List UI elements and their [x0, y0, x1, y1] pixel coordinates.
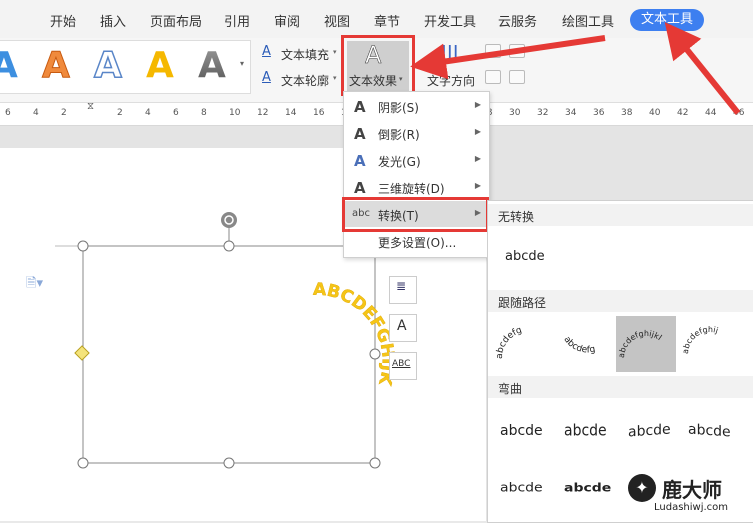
- path-option-arch-up: abcdefg: [495, 326, 523, 360]
- submenu-arrow-icon: ▶: [474, 100, 481, 109]
- text-fill-dropdown-icon[interactable]: ▾: [333, 48, 337, 56]
- menu-item-reflection[interactable]: A 倒影(R) ▶: [344, 120, 489, 146]
- watermark: ✦ 鹿大师 Ludashiwj.com: [624, 470, 753, 521]
- resize-handle-bl: [77, 457, 89, 469]
- ruler-number: 16: [313, 108, 325, 118]
- ruler-number: 44: [705, 108, 717, 118]
- resize-handle-bm: [223, 457, 235, 469]
- menu-chapter[interactable]: 章节: [374, 11, 400, 30]
- text-outline-dropdown-icon[interactable]: ▾: [333, 74, 337, 82]
- menu-text-tools[interactable]: 文本工具: [630, 9, 704, 31]
- menu-bar: 开始 插入 页面布局 引用 审阅 视图 章节 开发工具 云服务 绘图工具 文本工…: [0, 0, 753, 38]
- ruler-number: 30: [509, 108, 521, 118]
- ruler-number: 8: [201, 108, 207, 118]
- watermark-url: Ludashiwj.com: [654, 502, 729, 513]
- follow-path-options: abcdefg abcdefg abcdefghijkl abcdefghij: [495, 316, 719, 372]
- text-outline-button[interactable]: 文本轮廓: [281, 72, 329, 89]
- warp-option-arch-up[interactable]: abcde: [564, 422, 607, 440]
- reflection-icon: A: [354, 125, 366, 143]
- ruler-number: 36: [593, 108, 605, 118]
- ruler-number: 14: [285, 108, 297, 118]
- layout-options-icon[interactable]: ≣: [389, 276, 417, 304]
- ruler-number: 40: [649, 108, 661, 118]
- ruler-number: 32: [537, 108, 549, 118]
- align-top-icon[interactable]: [485, 44, 501, 58]
- adjust-handle: [74, 345, 90, 361]
- highlight-box-effect: [341, 35, 415, 96]
- rotation-3d-icon: A: [354, 179, 366, 197]
- menu-cloud[interactable]: 云服务: [498, 11, 537, 30]
- text-direction-icon[interactable]: |||: [441, 42, 459, 61]
- warp-option-straight[interactable]: abcde: [500, 423, 543, 439]
- paste-options-icon[interactable]: 🗎▾: [26, 274, 43, 296]
- menu-review[interactable]: 审阅: [274, 11, 300, 30]
- warp-option-wave[interactable]: abcde: [688, 422, 731, 441]
- indent-marker-icon[interactable]: ⧖: [87, 101, 94, 112]
- section-follow-path: 跟随路径: [488, 290, 753, 312]
- ruler-number: 46: [733, 108, 745, 118]
- resize-handle-br: [369, 457, 381, 469]
- submenu-arrow-icon: ▶: [474, 154, 481, 163]
- submenu-arrow-icon: ▶: [474, 127, 481, 136]
- ruler-number: 42: [677, 108, 689, 118]
- ruler-number: 6: [173, 108, 179, 118]
- path-option-button: abcdefghij: [681, 325, 719, 354]
- text-outline-icon[interactable]: A: [262, 70, 271, 85]
- deer-logo-icon: ✦: [628, 474, 656, 502]
- wordart-style-gray[interactable]: A: [198, 45, 226, 86]
- shape-style-icon[interactable]: A: [389, 314, 417, 342]
- warp-option-arch-down[interactable]: abcde: [628, 422, 671, 441]
- menu-draw-tools[interactable]: 绘图工具: [562, 11, 614, 30]
- wordart-style-orange[interactable]: A: [42, 45, 71, 87]
- wordart-text: ABCDEFGHIJK: [313, 280, 395, 388]
- glow-icon: A: [354, 152, 366, 170]
- ruler-number: 2: [117, 108, 123, 118]
- shadow-icon: A: [354, 98, 366, 116]
- menu-start[interactable]: 开始: [50, 11, 76, 30]
- text-fill-icon[interactable]: A: [262, 44, 271, 59]
- wordart-style-blue[interactable]: A: [0, 45, 18, 86]
- resize-handle-tl: [77, 240, 89, 252]
- wordart-style-outline[interactable]: A: [93, 44, 122, 87]
- ruler-number: 38: [621, 108, 633, 118]
- warp-option-chevron-up[interactable]: abcde: [500, 481, 543, 495]
- menu-item-shadow[interactable]: A 阴影(S) ▶: [344, 93, 489, 119]
- submenu-arrow-icon: ▶: [474, 181, 481, 190]
- rotate-handle-icon: [221, 212, 237, 228]
- text-wrap-icon[interactable]: ABC: [389, 352, 417, 380]
- menu-view[interactable]: 视图: [324, 11, 350, 30]
- wordart-style-gold[interactable]: A: [146, 45, 174, 86]
- ruler-number: 4: [33, 108, 39, 118]
- ruler-number: 10: [229, 108, 241, 118]
- section-no-transform: 无转换: [488, 204, 753, 226]
- highlight-box-transform: [342, 197, 489, 232]
- align-box-icon[interactable]: [509, 70, 525, 84]
- text-fill-button[interactable]: 文本填充: [281, 46, 329, 63]
- ruler-number: 6: [5, 108, 11, 118]
- ruler-number: 12: [257, 108, 269, 118]
- section-warp: 弯曲: [488, 376, 753, 398]
- gallery-more-icon[interactable]: ▾: [240, 59, 244, 68]
- wordart-style-gallery: A A A A A ▾: [0, 40, 251, 94]
- ruler-number: 2: [61, 108, 67, 118]
- menu-reference[interactable]: 引用: [224, 11, 250, 30]
- ruler-number: 34: [565, 108, 577, 118]
- text-effect-menu: A 阴影(S) ▶ A 倒影(R) ▶ A 发光(G) ▶ A 三维旋转(D) …: [343, 91, 490, 258]
- path-option-arch-down: abcdefg: [561, 335, 596, 356]
- align-bottom-icon[interactable]: [485, 70, 501, 84]
- text-direction-button[interactable]: 文字方向: [427, 72, 475, 89]
- no-transform-option[interactable]: abcde: [505, 249, 545, 264]
- ruler-number: 4: [145, 108, 151, 118]
- menu-insert[interactable]: 插入: [100, 11, 126, 30]
- resize-handle-tm: [223, 240, 235, 252]
- warp-option-chevron-down[interactable]: abcde: [564, 481, 611, 495]
- menu-dev-tools[interactable]: 开发工具: [424, 11, 476, 30]
- watermark-name: 鹿大师: [662, 478, 722, 502]
- menu-page-layout[interactable]: 页面布局: [150, 11, 202, 30]
- align-middle-icon[interactable]: [509, 44, 525, 58]
- menu-item-glow[interactable]: A 发光(G) ▶: [344, 147, 489, 173]
